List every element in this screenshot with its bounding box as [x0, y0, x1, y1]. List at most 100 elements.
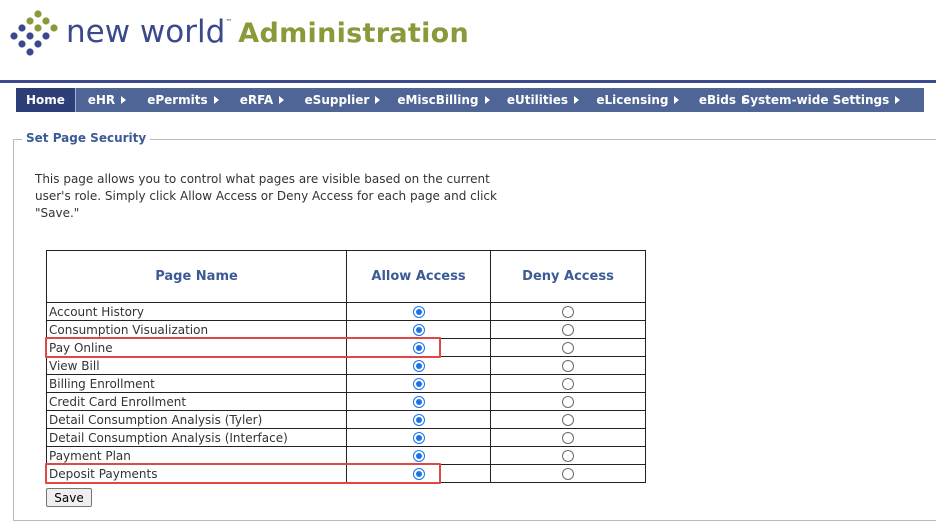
allow-access-radio[interactable]	[412, 342, 425, 354]
nav-item-label: Home	[26, 93, 65, 107]
deny-access-radio[interactable]	[562, 306, 574, 318]
nav-item-system-wide-settings[interactable]: System-wide Settings	[742, 88, 901, 112]
deny-access-cell	[490, 392, 646, 411]
deny-access-cell	[490, 446, 646, 465]
deny-access-radio[interactable]	[562, 360, 574, 372]
nav-item-label: eMiscBilling	[397, 93, 479, 107]
submenu-arrow-icon	[484, 96, 490, 104]
page-name-cell: Pay Online	[46, 338, 347, 357]
deny-access-radio[interactable]	[562, 396, 574, 408]
page-name-cell: Detail Consumption Analysis (Interface)	[46, 428, 347, 447]
header-allow-access: Allow Access	[346, 250, 491, 303]
allow-access-radio[interactable]	[412, 360, 425, 372]
save-button[interactable]: Save	[46, 488, 92, 507]
table-body: Account History Consumption Visualization…	[46, 302, 646, 483]
deny-access-radio[interactable]	[562, 432, 574, 444]
table-row: Billing Enrollment	[46, 374, 646, 393]
table-row: Consumption Visualization	[46, 320, 646, 339]
allow-access-radio[interactable]	[412, 414, 425, 426]
submenu-arrow-icon	[121, 96, 127, 104]
logo-trademark: ™	[225, 18, 233, 26]
table-row: Detail Consumption Analysis (Interface)	[46, 428, 646, 447]
page-name-cell: Billing Enrollment	[46, 374, 347, 393]
nav-item-ehr[interactable]: eHR	[76, 88, 138, 112]
nav-item-erfa[interactable]: eRFA	[228, 88, 296, 112]
submenu-arrow-icon	[213, 96, 219, 104]
nav-item-label: eLicensing	[596, 93, 669, 107]
header-divider	[0, 80, 936, 83]
nav-item-label: eUtilities	[506, 93, 568, 107]
page-name-cell: Account History	[46, 302, 347, 321]
nav-item-label: eSupplier	[304, 93, 370, 107]
page-name-cell: Detail Consumption Analysis (Tyler)	[46, 410, 347, 429]
deny-access-radio[interactable]	[562, 324, 574, 336]
allow-access-radio[interactable]	[412, 396, 425, 408]
table-row: Account History	[46, 302, 646, 321]
table-header-row: Page Name Allow Access Deny Access	[46, 250, 646, 303]
new-world-logo-icon	[10, 10, 58, 56]
nav-item-emiscbilling[interactable]: eMiscBilling	[389, 88, 498, 112]
table-row: View Bill	[46, 356, 646, 375]
deny-access-cell	[490, 464, 646, 483]
submenu-arrow-icon	[674, 96, 680, 104]
table-row: Payment Plan	[46, 446, 646, 465]
deny-access-cell	[490, 338, 646, 357]
deny-access-radio[interactable]	[562, 342, 574, 354]
deny-access-cell	[490, 320, 646, 339]
allow-access-cell	[346, 446, 491, 465]
table-row: Pay Online	[46, 338, 646, 357]
nav-item-label: eBids	[698, 93, 736, 107]
deny-access-cell	[490, 374, 646, 393]
nav-item-home[interactable]: Home	[16, 88, 76, 112]
page-name-cell: Deposit Payments	[46, 464, 347, 483]
allow-access-cell	[346, 464, 491, 483]
page-title: Administration	[238, 18, 470, 49]
allow-access-cell	[346, 374, 491, 393]
deny-access-radio[interactable]	[562, 450, 574, 462]
table-row: Detail Consumption Analysis (Tyler)	[46, 410, 646, 429]
nav-item-esupplier[interactable]: eSupplier	[296, 88, 389, 112]
deny-access-cell	[490, 356, 646, 375]
allow-access-radio[interactable]	[412, 306, 425, 318]
table-row: Credit Card Enrollment	[46, 392, 646, 411]
deny-access-radio[interactable]	[562, 468, 574, 480]
allow-access-cell	[346, 356, 491, 375]
allow-access-cell	[346, 392, 491, 411]
page-name-cell: View Bill	[46, 356, 347, 375]
table-row: Deposit Payments	[46, 464, 646, 483]
page-security-table: Page Name Allow Access Deny Access Accou…	[46, 250, 646, 483]
allow-access-cell	[346, 320, 491, 339]
allow-access-cell	[346, 338, 491, 357]
deny-access-radio[interactable]	[562, 378, 574, 390]
allow-access-radio[interactable]	[412, 324, 425, 336]
nav-item-label: ePermits	[147, 93, 208, 107]
page-name-cell: Consumption Visualization	[46, 320, 347, 339]
nav-item-label: System-wide Settings	[741, 93, 890, 107]
nav-item-label: eRFA	[239, 93, 274, 107]
nav-item-label: eHR	[87, 93, 116, 107]
allow-access-radio[interactable]	[412, 432, 425, 444]
submenu-arrow-icon	[279, 96, 285, 104]
allow-access-radio[interactable]	[412, 468, 425, 480]
main-nav: Home eHR ePermits eRFA eSupplier eMiscBilling…	[16, 88, 924, 112]
section-description: This page allows you to control what pag…	[35, 172, 497, 220]
logo-wordmark: new world™ Administration	[66, 14, 469, 50]
nav-item-elicensing[interactable]: eLicensing	[588, 88, 688, 112]
allow-access-cell	[346, 302, 491, 321]
nav-item-epermits[interactable]: ePermits	[138, 88, 228, 112]
section-legend: Set Page Security	[22, 131, 151, 145]
header: new world™ Administration	[0, 0, 936, 83]
deny-access-radio[interactable]	[562, 414, 574, 426]
deny-access-cell	[490, 410, 646, 429]
page-name-cell: Payment Plan	[46, 446, 347, 465]
submenu-arrow-icon	[895, 96, 901, 104]
logo-new-world: new world	[66, 14, 226, 50]
allow-access-cell	[346, 410, 491, 429]
deny-access-cell	[490, 302, 646, 321]
allow-access-radio[interactable]	[412, 450, 425, 462]
nav-item-eutilities[interactable]: eUtilities	[498, 88, 588, 112]
submenu-arrow-icon	[573, 96, 579, 104]
page-name-cell: Credit Card Enrollment	[46, 392, 347, 411]
allow-access-radio[interactable]	[412, 378, 425, 390]
deny-access-cell	[490, 428, 646, 447]
